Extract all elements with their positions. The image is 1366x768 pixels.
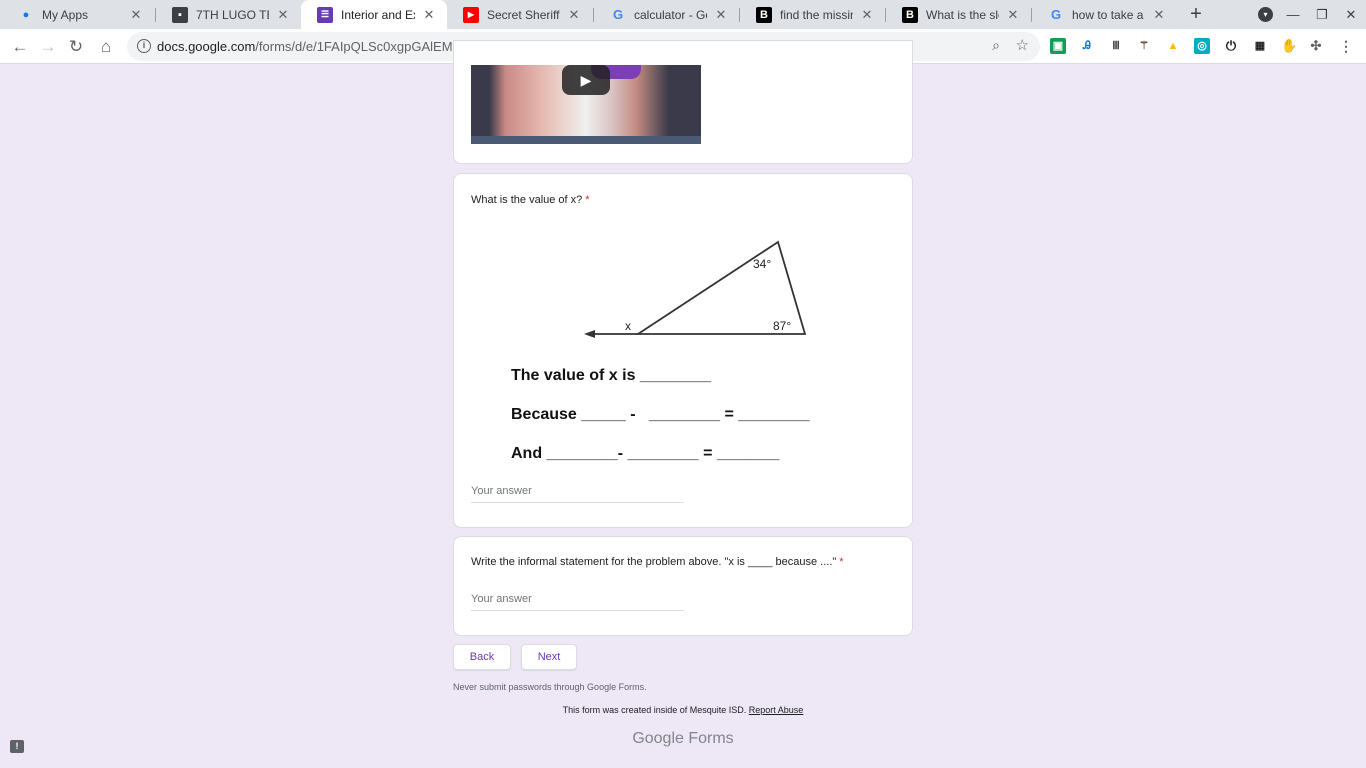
zoom-icon[interactable]: ⌕	[992, 37, 1000, 54]
tab-calculator[interactable]: G calculator - Googl ✕	[594, 0, 739, 29]
question-card-1: What is the value of x? * 34° 87° x The v…	[453, 173, 913, 528]
because-line: Because _____ - ________ = ________	[511, 406, 811, 423]
required-asterisk: *	[585, 194, 590, 206]
tab-secret-sheriff[interactable]: ▶ Secret Sheriff Role ✕	[447, 0, 592, 29]
back-arrow-icon[interactable]: ←	[8, 35, 32, 59]
play-button-icon[interactable]: ▶	[562, 65, 610, 95]
tab-title: calculator - Googl	[634, 7, 707, 22]
new-tab-button[interactable]: +	[1186, 3, 1206, 25]
created-inside-text: This form was created inside of Mesquite…	[562, 705, 747, 715]
tab-title: how to take a scre	[1072, 7, 1145, 22]
close-icon[interactable]: ✕	[128, 7, 144, 23]
tab-title: find the missing a	[780, 7, 853, 22]
close-icon[interactable]: ✕	[275, 7, 291, 23]
site-info-icon[interactable]: i	[137, 39, 151, 53]
angle-x-label: x	[625, 319, 631, 333]
feedback-icon[interactable]: !	[10, 740, 24, 753]
tab-title: Secret Sheriff Role	[487, 7, 560, 22]
line-arrowhead	[584, 330, 595, 338]
minimize-icon[interactable]: —	[1279, 0, 1307, 29]
forms-icon: ☰	[317, 6, 333, 23]
created-inside-note: This form was created inside of Mesquite…	[0, 705, 1366, 715]
google-icon: G	[612, 7, 624, 22]
video-card: ▶	[453, 40, 913, 164]
question-text: Write the informal statement for the pro…	[471, 556, 837, 568]
tab-search-icon[interactable]: ▾	[1258, 7, 1273, 22]
youtube-icon: ▶	[463, 6, 479, 23]
tab-title: 7TH LUGO TEXAS	[196, 7, 269, 22]
tab-screenshot[interactable]: G how to take a scre ✕	[1032, 0, 1177, 29]
close-icon[interactable]: ✕	[1151, 7, 1167, 23]
angle-right-label: 87°	[773, 319, 791, 333]
extension-hand-icon[interactable]: ✋	[1281, 38, 1297, 54]
extension-power-icon[interactable]: ⏻	[1223, 38, 1239, 54]
required-asterisk: *	[839, 556, 844, 568]
tab-title: What is the slope	[926, 7, 999, 22]
question-title: Write the informal statement for the pro…	[471, 556, 844, 568]
extension-screencast-icon[interactable]: ◎	[1194, 38, 1210, 54]
value-of-x-line: The value of x is ________	[511, 367, 712, 384]
video-taskbar-graphic	[471, 136, 701, 144]
brainly-icon: B	[756, 6, 772, 23]
tab-title: My Apps	[42, 7, 89, 22]
password-warning: Never submit passwords through Google Fo…	[453, 682, 647, 692]
close-icon[interactable]: ✕	[421, 7, 437, 23]
extension-reader-icon[interactable]: Ⅲ	[1108, 38, 1124, 54]
next-button[interactable]: Next	[521, 644, 577, 670]
forward-arrow-icon[interactable]: →	[36, 35, 60, 59]
close-icon[interactable]: ✕	[859, 7, 875, 23]
reload-icon[interactable]: ↻	[64, 35, 88, 59]
tab-interior-exterior[interactable]: ☰ Interior and Exteri ✕	[301, 0, 447, 29]
tab-title: Interior and Exteri	[341, 7, 415, 22]
myapps-icon: ●	[22, 8, 30, 21]
tab-7th-lugo[interactable]: ▪ 7TH LUGO TEXAS ✕	[156, 0, 301, 29]
question-title: What is the value of x? *	[471, 194, 590, 206]
report-abuse-link[interactable]: Report Abuse	[749, 705, 804, 715]
tab-slope[interactable]: B What is the slope ✕	[886, 0, 1031, 29]
video-thumbnail[interactable]: ▶	[471, 65, 701, 144]
and-line: And ________- ________ = _______	[511, 445, 780, 462]
menu-kebab-icon[interactable]: ⋮	[1338, 38, 1354, 54]
triangle-figure: 34° 87° x The value of x is ________ Bec…	[511, 240, 811, 462]
close-icon[interactable]: ✕	[1005, 7, 1021, 23]
extension-classroom-icon[interactable]: ▣	[1050, 38, 1066, 54]
close-icon[interactable]: ✕	[713, 7, 729, 23]
extension-translate-icon[interactable]: Ꭿ	[1079, 38, 1095, 54]
extension-tree-icon[interactable]: ⚚	[1136, 38, 1152, 54]
answer-input-q1[interactable]: Your answer	[471, 485, 684, 503]
bookmark-star-icon[interactable]: ☆	[1016, 36, 1029, 54]
question-text: What is the value of x?	[471, 194, 583, 206]
close-icon[interactable]: ✕	[566, 7, 582, 23]
extensions-puzzle-icon[interactable]: ✣	[1308, 38, 1324, 54]
restore-icon[interactable]: ❐	[1308, 0, 1336, 29]
question-card-2: Write the informal statement for the pro…	[453, 536, 913, 636]
back-button[interactable]: Back	[453, 644, 511, 670]
angle-top-label: 34°	[753, 257, 771, 271]
brainly-icon: B	[902, 6, 918, 23]
url-host: docs.google.com	[157, 39, 256, 54]
close-window-icon[interactable]: ✕	[1337, 0, 1365, 29]
extension-drive-icon[interactable]: ▲	[1165, 38, 1181, 54]
tab-my-apps[interactable]: ● My Apps ✕	[2, 0, 154, 29]
home-icon[interactable]: ⌂	[94, 35, 118, 59]
extension-qr-icon[interactable]: ▦	[1252, 38, 1268, 54]
google-forms-logo: Google Forms	[632, 730, 734, 747]
classroom-icon: ▪	[172, 6, 188, 23]
tab-strip: ● My Apps ✕ ▪ 7TH LUGO TEXAS ✕ ☰ Interio…	[0, 0, 1366, 29]
google-icon: G	[1050, 7, 1062, 22]
answer-input-q2[interactable]: Your answer	[471, 593, 684, 611]
tab-find-missing[interactable]: B find the missing a ✕	[740, 0, 885, 29]
